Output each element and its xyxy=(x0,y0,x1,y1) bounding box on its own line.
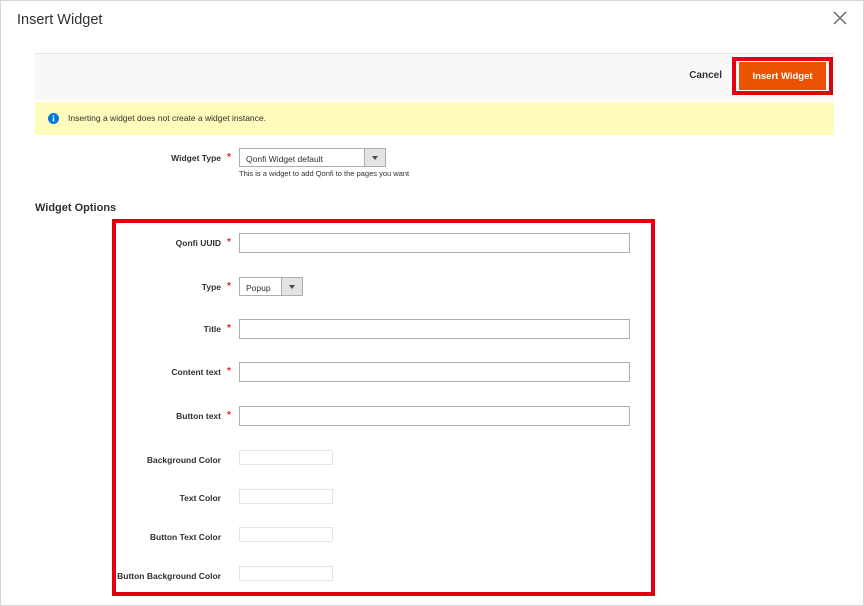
dropdown-button xyxy=(364,149,385,166)
required-mark: * xyxy=(227,366,231,377)
type-select[interactable]: Popup xyxy=(239,277,303,296)
insert-widget-modal: Insert Widget Cancel Insert Widget Inser… xyxy=(0,0,864,606)
button-text-input[interactable] xyxy=(239,406,630,426)
type-selected-value: Popup xyxy=(246,283,271,293)
title-label: Title xyxy=(203,324,221,334)
required-mark: * xyxy=(227,152,231,163)
button-text-color-label: Button Text Color xyxy=(149,532,221,542)
button-text-color-input[interactable] xyxy=(239,527,333,542)
background-color-input[interactable] xyxy=(239,450,333,465)
widget-type-helper: This is a widget to add Qonfi to the pag… xyxy=(239,169,410,178)
uuid-label: Qonfi UUID xyxy=(175,238,221,248)
dropdown-button xyxy=(281,278,302,295)
close-button[interactable] xyxy=(831,9,849,27)
notice-message: Inserting a widget does not create a wid… xyxy=(35,102,834,135)
widget-type-selected-value: Qonfi Widget default xyxy=(246,154,324,164)
required-mark: * xyxy=(227,323,231,334)
cancel-button[interactable]: Cancel xyxy=(689,70,722,81)
button-background-color-input[interactable] xyxy=(239,566,333,581)
background-color-label: Background Color xyxy=(146,455,221,465)
close-icon xyxy=(833,11,847,25)
required-mark: * xyxy=(227,237,231,248)
required-mark: * xyxy=(227,410,231,421)
required-mark: * xyxy=(227,281,231,292)
info-icon xyxy=(48,113,59,124)
uuid-input[interactable] xyxy=(239,233,630,253)
chevron-down-icon xyxy=(289,285,295,289)
button-text-label: Button text xyxy=(176,411,221,421)
modal-toolbar: Cancel xyxy=(35,53,834,100)
widget-type-select[interactable]: Qonfi Widget default xyxy=(239,148,386,167)
widget-type-label: Widget Type xyxy=(171,153,221,163)
text-color-label: Text Color xyxy=(179,493,221,503)
content-text-input[interactable] xyxy=(239,362,630,382)
chevron-down-icon xyxy=(372,156,378,160)
insert-widget-button[interactable]: Insert Widget xyxy=(739,62,826,90)
text-color-input[interactable] xyxy=(239,489,333,504)
type-label: Type xyxy=(201,282,221,292)
widget-options-title: Widget Options xyxy=(35,202,117,214)
notice-text: Inserting a widget does not create a wid… xyxy=(68,113,266,123)
modal-title: Insert Widget xyxy=(17,12,103,28)
button-background-color-label: Button Background Color xyxy=(117,571,221,581)
title-input[interactable] xyxy=(239,319,630,339)
content-text-label: Content text xyxy=(171,367,221,377)
